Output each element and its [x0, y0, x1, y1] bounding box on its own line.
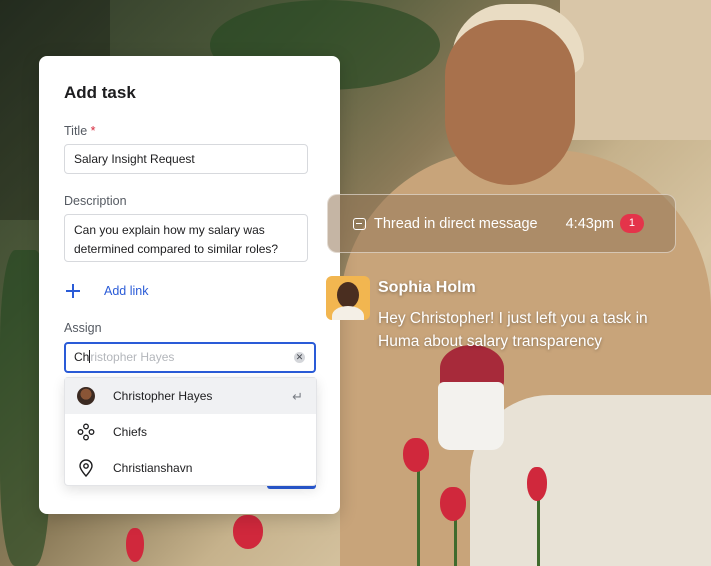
thread-label: Thread in direct message — [374, 215, 538, 232]
suggestion-label: Christopher Hayes — [113, 389, 213, 403]
plus-icon — [66, 284, 80, 298]
add-link-label: Add link — [104, 284, 149, 298]
plant-pot — [438, 382, 504, 450]
message-text: Hey Christopher! I just left you a task … — [378, 310, 648, 350]
assign-autocomplete-hint: ristopher Hayes — [90, 350, 175, 364]
suggestion-christopher-hayes[interactable]: Christopher Hayes ↵ — [65, 378, 316, 414]
thread-notification[interactable]: Thread in direct message 4:43pm 1 — [327, 194, 676, 253]
cardboard-boxes — [560, 0, 711, 140]
tulip-stem — [417, 470, 420, 566]
tulip — [233, 515, 263, 549]
add-link-button[interactable]: Add link — [66, 281, 148, 301]
message-icon — [353, 217, 366, 230]
title-input[interactable]: Salary Insight Request — [64, 144, 308, 174]
tulip — [403, 438, 429, 472]
description-input[interactable]: Can you explain how my salary was determ… — [64, 214, 308, 262]
suggestion-label: Christianshavn — [113, 461, 193, 475]
title-label-text: Title — [64, 124, 88, 138]
description-label: Description — [64, 194, 127, 208]
title-label: Title * — [64, 124, 96, 138]
thread-time: 4:43pm — [565, 215, 614, 232]
assign-typed-text: Ch — [74, 350, 90, 364]
tulip — [527, 467, 547, 501]
tulip-stem — [537, 490, 540, 566]
assign-input[interactable]: Christopher Hayes ✕ — [64, 342, 316, 373]
suggestion-christianshavn[interactable]: Christianshavn — [65, 450, 316, 486]
unread-badge: 1 — [619, 214, 644, 233]
suggestion-chiefs[interactable]: Chiefs — [65, 414, 316, 450]
dialog-title: Add task — [64, 83, 136, 102]
avatar — [77, 387, 95, 405]
suggestion-label: Chiefs — [113, 425, 148, 439]
assign-suggestions-dropdown: Christopher Hayes ↵ Chiefs Christianshav… — [64, 377, 317, 486]
group-icon — [77, 423, 95, 441]
return-key-icon: ↵ — [292, 389, 303, 404]
avatar — [326, 276, 370, 320]
assign-label: Assign — [64, 321, 102, 335]
clear-icon[interactable]: ✕ — [294, 352, 305, 363]
person-face — [445, 20, 575, 185]
required-marker: * — [90, 124, 96, 138]
tulip — [440, 487, 466, 521]
tulip — [126, 528, 144, 562]
message-sender: Sophia Holm — [378, 279, 476, 296]
person-pants — [470, 395, 711, 566]
location-pin-icon — [77, 459, 95, 478]
add-task-dialog: Add task Title * Salary Insight Request … — [39, 56, 340, 514]
